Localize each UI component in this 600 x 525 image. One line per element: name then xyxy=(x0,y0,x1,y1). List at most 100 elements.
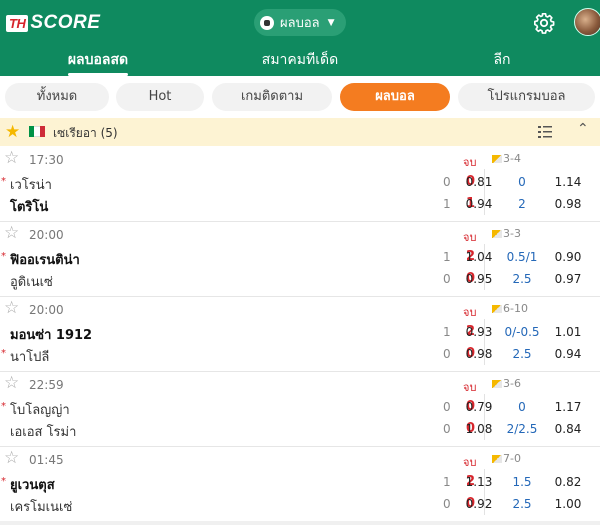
logo-th: TH xyxy=(6,14,29,32)
filter-bar: ทั้งหมด Hot เกมติดตาม ผลบอล โปรแกรมบอล xyxy=(0,76,600,118)
odds-value: 1.13 xyxy=(465,475,493,489)
favorite-star-icon[interactable]: ☆ xyxy=(4,449,19,467)
match-time: 20:00 xyxy=(29,228,64,242)
odds-value: 0/-0.5 xyxy=(504,325,540,339)
odds-value: 0.94 xyxy=(554,347,582,361)
match-status: จบ xyxy=(463,231,477,244)
half-time-score: 0 xyxy=(443,347,451,361)
team-name[interactable]: มอนซ่า 1912 xyxy=(10,324,92,345)
team-name[interactable]: เวโรน่า xyxy=(10,174,52,195)
filter-all[interactable]: ทั้งหมด xyxy=(5,83,109,111)
corner-flag-icon xyxy=(492,155,502,163)
team-name[interactable]: ยูเวนตุส xyxy=(10,474,55,495)
filter-followed[interactable]: เกมติดตาม xyxy=(212,83,332,111)
half-time-score: 0 xyxy=(443,175,451,189)
corner-count: 3-6 xyxy=(492,377,521,390)
team-name[interactable]: ฟิออเรนติน่า xyxy=(10,249,80,270)
team-name[interactable]: นาโปลี xyxy=(10,346,49,367)
team-name[interactable]: อูดิเนเซ่ xyxy=(10,271,53,292)
match-status: จบ xyxy=(463,381,477,394)
chevron-up-icon[interactable]: ⌃ xyxy=(577,121,589,137)
odds-value: 0.97 xyxy=(554,272,582,286)
team-name[interactable]: โตริโน่ xyxy=(10,196,48,217)
odds-value: 2.5 xyxy=(512,272,532,286)
odds-value: 0.79 xyxy=(465,400,493,414)
half-time-score: 1 xyxy=(443,475,451,489)
odds-value: 2/2.5 xyxy=(506,422,538,436)
match-row[interactable]: ☆ 22:59 จบ 3-6 * โบโลญญ่า 0 0 เอเอส โรม่า 0 0 0.79 0… xyxy=(0,372,600,447)
odds-value: 0 xyxy=(518,400,526,414)
favorite-star-icon[interactable]: ☆ xyxy=(4,299,19,317)
odds-value: 0.93 xyxy=(465,325,493,339)
corner-count: 3-3 xyxy=(492,227,521,240)
half-time-score: 0 xyxy=(443,272,451,286)
odds-value: 0.92 xyxy=(465,497,493,511)
red-card-icon: * xyxy=(1,176,6,187)
match-row[interactable]: ☆ 01:45 จบ 7-0 * ยูเวนตุส 1 2 เครโมเนเซ่ 0 0 1.13 1.… xyxy=(0,447,600,522)
odds-value: 1.17 xyxy=(554,400,582,414)
league-header[interactable]: ★ เซเรียอา (5) ⌃ xyxy=(0,118,600,146)
match-row[interactable]: ☆ 20:00 จบ 6-10 มอนซ่า 1912 1 2 * นาโปลี 0 0 0.93 0/… xyxy=(0,297,600,372)
red-card-icon: * xyxy=(1,251,6,262)
corner-flag-icon xyxy=(492,380,502,388)
odds-value: 0.84 xyxy=(554,422,582,436)
thscore-logo[interactable]: TH SCORE xyxy=(6,12,100,34)
tab-leagues[interactable]: ลีก xyxy=(470,46,534,76)
odds-value: 1.08 xyxy=(465,422,493,436)
favorite-star-icon[interactable]: ☆ xyxy=(4,374,19,392)
match-row[interactable]: ☆ 17:30 จบ 3-4 * เวโรน่า 0 0 โตริโน่ 1 1 0.81 0 1.14 0… xyxy=(0,147,600,222)
gear-icon[interactable] xyxy=(533,12,555,34)
odds-value: 0.5/1 xyxy=(506,250,538,264)
odds-value: 1.01 xyxy=(554,325,582,339)
chevron-down-icon: ▼ xyxy=(327,17,335,28)
half-time-score: 0 xyxy=(443,422,451,436)
half-time-score: 1 xyxy=(443,325,451,339)
match-status: จบ xyxy=(463,456,477,469)
corner-count-value: 3-3 xyxy=(503,227,521,240)
red-card-icon: * xyxy=(1,348,6,359)
main-tabs: ผลบอลสด สมาคมทีเด็ด ลีก xyxy=(0,46,600,104)
corner-count-value: 3-6 xyxy=(503,377,521,390)
odds-value: 0.95 xyxy=(465,272,493,286)
divider xyxy=(0,521,600,525)
corner-count-value: 7-0 xyxy=(503,452,521,465)
app-header: TH SCORE ผลบอล ▼ xyxy=(0,0,600,46)
tab-tipster-club[interactable]: สมาคมทีเด็ด xyxy=(240,46,360,76)
list-icon[interactable] xyxy=(537,124,553,140)
odds-value: 1.14 xyxy=(554,175,582,189)
odds-value: 1.5 xyxy=(512,475,532,489)
corner-count: 7-0 xyxy=(492,452,521,465)
favorite-star-icon[interactable]: ☆ xyxy=(4,224,19,242)
match-status: จบ xyxy=(463,156,477,169)
match-time: 17:30 xyxy=(29,153,64,167)
odds-value: 0.81 xyxy=(465,175,493,189)
corner-flag-icon xyxy=(492,305,502,313)
red-card-icon: * xyxy=(1,476,6,487)
corner-flag-icon xyxy=(492,230,502,238)
sport-selector[interactable]: ผลบอล ▼ xyxy=(254,9,346,36)
sport-selector-label: ผลบอล xyxy=(280,16,320,31)
filter-results[interactable]: ผลบอล xyxy=(340,83,450,111)
odds-value: 1.04 xyxy=(465,250,493,264)
half-time-score: 0 xyxy=(443,400,451,414)
favorite-star-icon[interactable]: ★ xyxy=(5,123,20,141)
filter-hot[interactable]: Hot xyxy=(116,83,204,111)
favorite-star-icon[interactable]: ☆ xyxy=(4,149,19,167)
tab-live-scores[interactable]: ผลบอลสด xyxy=(40,46,156,76)
odds-value: 0.98 xyxy=(554,197,582,211)
match-status: จบ xyxy=(463,306,477,319)
corner-count-value: 3-4 xyxy=(503,152,521,165)
odds-value: 1.00 xyxy=(554,497,582,511)
team-name[interactable]: โบโลญญ่า xyxy=(10,399,70,420)
team-name[interactable]: เครโมเนเซ่ xyxy=(10,496,72,517)
corner-flag-icon xyxy=(492,455,502,463)
match-row[interactable]: ☆ 20:00 จบ 3-3 * ฟิออเรนติน่า 1 2 อูดิเนเซ่ 0 0 1.0… xyxy=(0,222,600,297)
user-avatar[interactable] xyxy=(574,8,600,36)
filter-fixtures[interactable]: โปรแกรมบอล xyxy=(458,83,595,111)
italy-flag-icon xyxy=(29,126,45,137)
corner-count: 3-4 xyxy=(492,152,521,165)
odds-value: 0.82 xyxy=(554,475,582,489)
corner-count-value: 6-10 xyxy=(503,302,528,315)
half-time-score: 1 xyxy=(443,250,451,264)
team-name[interactable]: เอเอส โรม่า xyxy=(10,421,76,442)
